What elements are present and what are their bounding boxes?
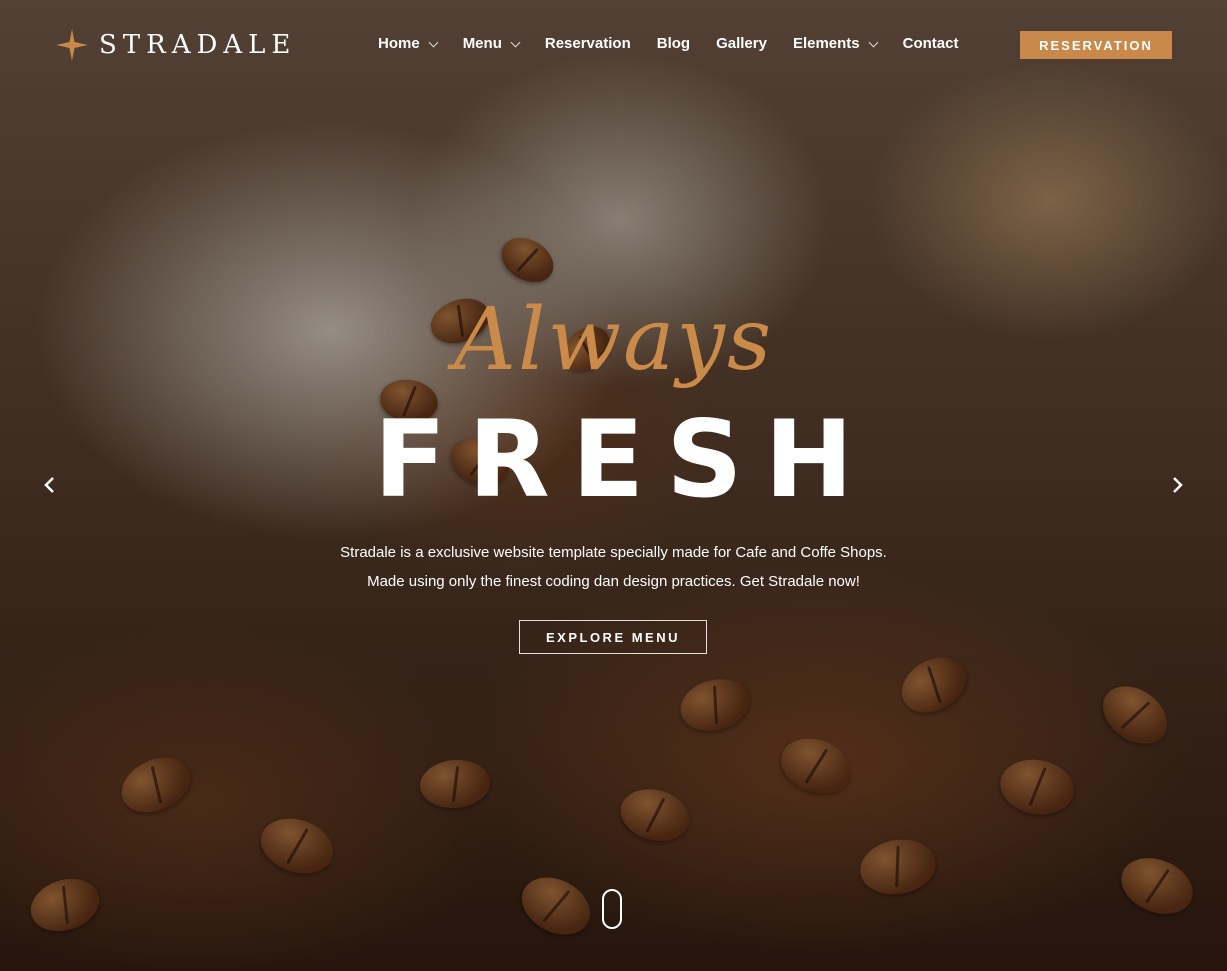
nav-item-menu[interactable]: Menu — [462, 35, 521, 52]
slider-next-button[interactable] — [1166, 474, 1188, 496]
nav-item-label: Blog — [656, 35, 691, 52]
scroll-mouse-icon[interactable] — [602, 889, 622, 929]
hero-description: Stradale is a exclusive website template… — [340, 544, 887, 590]
chevron-left-icon — [44, 477, 54, 493]
explore-menu-button[interactable]: EXPLORE MENU — [519, 620, 707, 654]
slider-prev-button[interactable] — [39, 474, 61, 496]
nav-item-label: Contact — [902, 35, 959, 52]
site-header: STRADALE Home Menu Reservation Blog Gall… — [0, 0, 1227, 90]
main-nav: Home Menu Reservation Blog Gallery Eleme… — [378, 35, 984, 52]
chevron-down-icon — [510, 37, 521, 47]
nav-item-label: Elements — [792, 35, 860, 52]
nav-item-home[interactable]: Home — [378, 35, 439, 52]
nav-item-label: Gallery — [716, 35, 767, 52]
nav-item-label: Home — [378, 35, 420, 52]
reservation-button[interactable]: RESERVATION — [1020, 31, 1172, 59]
nav-item-label: Reservation — [544, 35, 631, 52]
nav-item-reservation[interactable]: Reservation — [545, 35, 631, 52]
hero-script-word: Always — [453, 290, 774, 390]
nav-item-gallery[interactable]: Gallery — [716, 35, 767, 52]
hero-headline: FRESH — [373, 398, 876, 521]
chevron-right-icon — [1173, 477, 1183, 493]
nav-item-elements[interactable]: Elements — [792, 35, 879, 52]
nav-item-blog[interactable]: Blog — [657, 35, 690, 52]
nav-item-contact[interactable]: Contact — [903, 35, 959, 52]
brand-name: STRADALE — [99, 30, 297, 60]
nav-item-label: Menu — [462, 35, 502, 52]
chevron-down-icon — [428, 37, 439, 47]
chevron-down-icon — [868, 37, 879, 47]
logo[interactable]: STRADALE — [55, 28, 296, 62]
star-icon — [56, 29, 88, 61]
